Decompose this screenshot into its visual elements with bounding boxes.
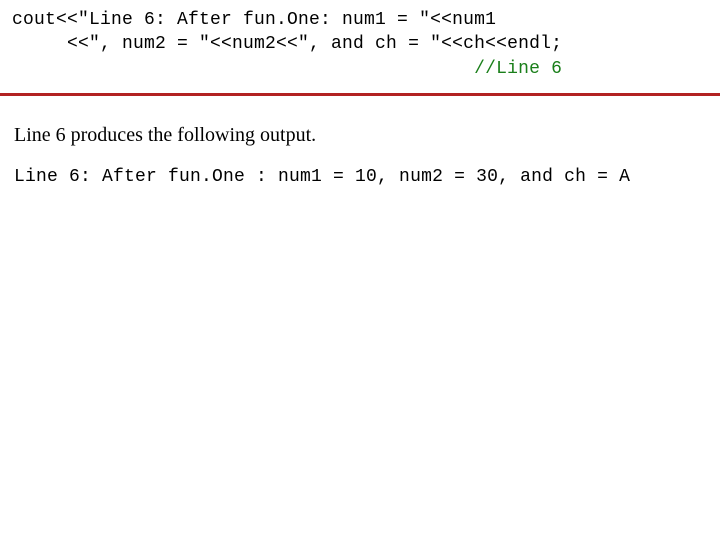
prose-text: Line 6 produces the following output. <box>0 96 720 157</box>
code-comment: //Line 6 <box>474 59 562 79</box>
code-line-1: cout<<"Line 6: After fun.One: num1 = "<<… <box>12 10 496 30</box>
slide: cout<<"Line 6: After fun.One: num1 = "<<… <box>0 0 720 540</box>
output-line: Line 6: After fun.One : num1 = 10, num2 … <box>0 157 720 187</box>
code-line-2: <<", num2 = "<<num2<<", and ch = "<<ch<<… <box>12 34 562 54</box>
code-line-3-pad <box>12 59 474 79</box>
code-block: cout<<"Line 6: After fun.One: num1 = "<<… <box>0 0 720 87</box>
